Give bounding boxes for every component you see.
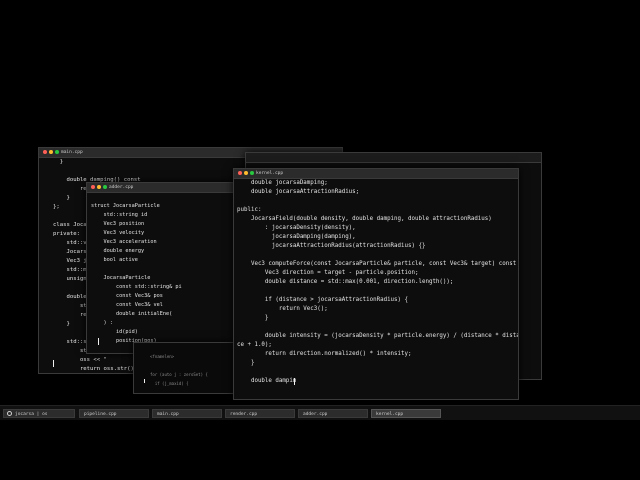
code-line: ce + 1.0);: [237, 342, 272, 348]
titlebar[interactable]: kernel.cpp: [234, 169, 518, 179]
code-line: Vec3 computeForce(const JocarsaParticle&…: [237, 261, 518, 267]
text-cursor: [98, 338, 99, 345]
text-cursor: [53, 360, 54, 367]
code-line: Vec3 direction = target - particle.posit…: [237, 270, 419, 276]
maximize-icon[interactable]: [250, 171, 254, 175]
code-line: for (auto j : zeroSet) {: [150, 372, 208, 377]
code-line: Vec3 velocity: [91, 230, 145, 236]
close-icon[interactable]: [91, 185, 95, 189]
code-line: }: [237, 315, 269, 321]
code-line: JocarsaField(double density, double damp…: [237, 216, 492, 222]
maximize-icon[interactable]: [55, 150, 59, 154]
start-label: jocarsa | os: [15, 412, 48, 417]
code-line: Vec3 position: [91, 221, 145, 227]
code-line: const std::string& pi: [91, 284, 182, 290]
code-line: }: [237, 360, 255, 366]
code-line: ) :: [91, 320, 113, 326]
code-line: JocarsaParticle: [91, 275, 151, 281]
code-line: <fnamelen>: [150, 354, 175, 359]
code-line: Vec3 acceleration: [91, 239, 157, 245]
taskbar-item-kernel[interactable]: kernel.cpp: [371, 409, 441, 418]
code-line: jocarsaDamping(damping),: [237, 234, 356, 240]
code-line: return Vec3();: [237, 306, 328, 312]
code-line: double jocarsaDamping;: [237, 180, 328, 186]
code-line: double intensity = (jocarsaDensity * par…: [237, 333, 518, 339]
close-icon[interactable]: [43, 150, 47, 154]
taskbar-item-render[interactable]: render.cpp: [225, 409, 295, 418]
code-line: bool active: [91, 257, 138, 263]
window-title: kernel.cpp: [256, 171, 284, 176]
text-cursor: [144, 379, 145, 383]
code-editor[interactable]: <fnamelen> for (auto j : zeroSet) { if (j…: [134, 345, 234, 393]
window-adder-cpp[interactable]: adder.cpp struct JocarsaParticle std::st…: [86, 182, 238, 354]
code-line: double energy: [91, 248, 145, 254]
start-button[interactable]: jocarsa | os: [3, 409, 75, 418]
taskbar: jocarsa | os pipeline.cpp main.cpp rende…: [0, 405, 640, 420]
code-editor[interactable]: double jocarsaDamping; double jocarsaAtt…: [234, 179, 518, 399]
window-small[interactable]: <fnamelen> for (auto j : zeroSet) { if (j…: [133, 342, 235, 394]
taskbar-item-main[interactable]: main.cpp: [152, 409, 222, 418]
titlebar[interactable]: adder.cpp: [87, 183, 237, 193]
window-title: adder.cpp: [109, 185, 134, 190]
window-title: main.cpp: [61, 150, 83, 155]
code-line: id(pid): [91, 329, 138, 335]
code-line: return direction.normalized() * intensit…: [237, 351, 412, 357]
text-cursor: [294, 378, 295, 385]
code-line: double dampin: [237, 378, 297, 384]
close-icon[interactable]: [238, 171, 242, 175]
taskbar-item-pipeline[interactable]: pipeline.cpp: [79, 409, 149, 418]
minimize-icon[interactable]: [97, 185, 101, 189]
code-line: struct JocarsaParticle: [91, 203, 160, 209]
code-line: const Vec3& pos: [91, 293, 163, 299]
code-line: if (distance > jocarsaAttractionRadius) …: [237, 297, 409, 303]
code-line: jocarsaAttractionRadius(attractionRadius…: [237, 243, 426, 249]
maximize-icon[interactable]: [103, 185, 107, 189]
code-line: double jocarsaAttractionRadius;: [237, 189, 360, 195]
code-line: : jocarsaDensity(density),: [237, 225, 356, 231]
code-line: std::string id: [91, 212, 148, 218]
code-line: public:: [237, 207, 262, 213]
code-line: const Vec3& vel: [91, 302, 163, 308]
window-kernel-cpp[interactable]: kernel.cpp double jocarsaDamping; double…: [233, 168, 519, 400]
code-line: double distance = std::max(0.001, direct…: [237, 279, 454, 285]
minimize-icon[interactable]: [244, 171, 248, 175]
code-line: double initialEne(: [91, 311, 173, 317]
code-editor[interactable]: struct JocarsaParticle std::string id Ve…: [87, 193, 237, 353]
taskbar-item-adder[interactable]: adder.cpp: [298, 409, 368, 418]
titlebar[interactable]: [246, 153, 541, 163]
os-logo-icon: [7, 411, 12, 416]
minimize-icon[interactable]: [49, 150, 53, 154]
code-line: if (j_maxid) {: [150, 381, 189, 386]
